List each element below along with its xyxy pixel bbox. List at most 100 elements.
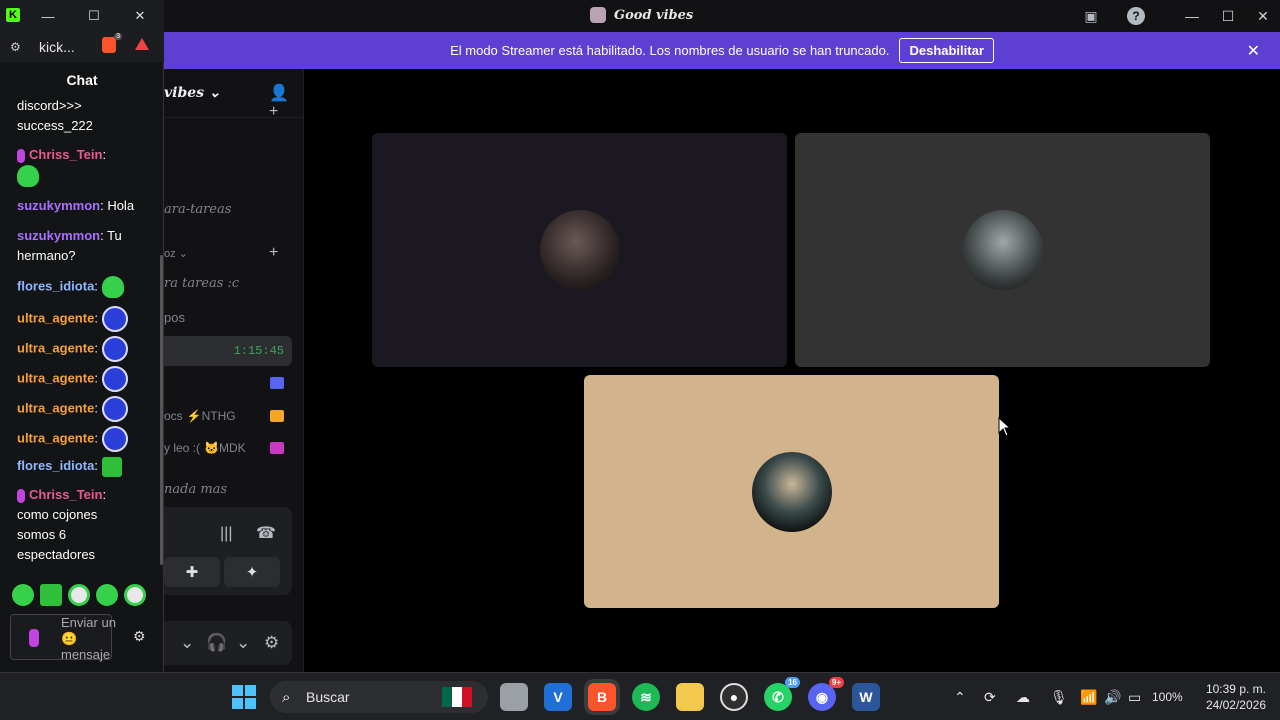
maximize-button[interactable]: ☐ [84, 6, 104, 26]
participant-tile[interactable] [795, 133, 1210, 367]
message-text: como cojones somos 6 espectadores [17, 507, 98, 562]
participant-tile[interactable] [584, 375, 999, 608]
brave-shields-icon[interactable]: 3 [102, 33, 122, 53]
chat-message: ultra_agente: [17, 366, 157, 392]
chat-message: flores_idiota: [17, 456, 157, 477]
brave-rewards-icon[interactable] [135, 38, 149, 50]
active-voice-channel[interactable]: 1:15:45 [164, 336, 292, 366]
username[interactable]: flores_idiota [17, 458, 94, 473]
obs-icon[interactable]: ● [720, 683, 748, 711]
invite-user-icon[interactable]: 👤+ [269, 83, 291, 120]
volume-icon[interactable]: 🔊 [1104, 689, 1121, 706]
site-settings-icon[interactable]: ⚙ [10, 40, 21, 54]
inbox-icon[interactable]: ▣ [1080, 6, 1102, 26]
discord-badge: 9+ [828, 677, 844, 688]
activity-icon [270, 377, 284, 389]
file-explorer-icon[interactable] [676, 683, 704, 711]
whatsapp-icon[interactable]: ✆ 16 [764, 677, 800, 711]
disable-streamer-button[interactable]: Deshabilitar [899, 38, 994, 63]
help-icon: ? [1127, 7, 1145, 25]
username[interactable]: suzukymmon [17, 198, 100, 213]
chat-scrollbar[interactable] [160, 255, 163, 565]
robot-emote-icon [101, 306, 128, 332]
settings-gear-icon[interactable]: ⚙ [264, 633, 279, 653]
minimize-button[interactable]: — [38, 6, 58, 26]
system-clock[interactable]: 10:39 p. m. 24/02/2026 [1196, 681, 1266, 713]
message-text: discord>>> success_222 [17, 98, 93, 133]
participant-tile[interactable] [372, 133, 787, 367]
brave-shield-count: 3 [114, 33, 122, 40]
banner-close-icon[interactable]: ✕ [1247, 41, 1260, 61]
streamer-mode-banner: El modo Streamer está habilitado. Los no… [164, 32, 1280, 69]
soundboard-button[interactable]: ✦ [224, 557, 280, 587]
popcorn-icon [270, 410, 284, 422]
url-text[interactable]: kick... [39, 39, 75, 55]
taskbar-search[interactable]: ⌕ Buscar [270, 681, 488, 713]
minimize-button[interactable]: — [1175, 4, 1209, 28]
user-panel: ⌄ 🎧 ⌄ ⚙ [164, 621, 292, 665]
chat-title: Chat [66, 72, 98, 88]
disconnect-icon[interactable]: ☎ [256, 523, 276, 543]
emote-icon[interactable] [124, 584, 146, 606]
chat-message-input[interactable]: Enviar un 😐 mensaje [10, 614, 116, 662]
quick-emote-bar [12, 584, 152, 608]
sync-icon[interactable]: ⟳ [984, 689, 996, 706]
username[interactable]: ultra_agente [17, 400, 94, 415]
mic-badge-icon [17, 148, 25, 163]
clock-time: 10:39 p. m. [1205, 682, 1266, 696]
participant-avatar [539, 210, 620, 290]
video-stage [304, 69, 1280, 672]
mexico-flag-icon [442, 687, 472, 707]
brave-browser-icon[interactable]: B [588, 683, 616, 711]
username[interactable]: suzukymmon [17, 228, 100, 243]
close-button[interactable]: ✕ [1246, 4, 1280, 28]
chat-input-placeholder: Enviar un 😐 mensaje [61, 615, 116, 662]
emote-icon[interactable] [40, 584, 62, 606]
headphones-icon[interactable]: 🎧 [206, 633, 227, 653]
username[interactable]: Chriss_Tein [29, 147, 102, 162]
robot-emote-icon [101, 366, 128, 392]
chevron-down-icon[interactable]: ⌄ [180, 633, 194, 653]
username[interactable]: ultra_agente [17, 340, 94, 355]
username[interactable]: ultra_agente [17, 310, 94, 325]
voice-timer: 1:15:45 [233, 344, 284, 358]
wifi-icon[interactable]: 📶 [1080, 689, 1097, 706]
discord-titlebar: Good vibes ▣ ? — ☐ ✕ [0, 0, 1280, 32]
username[interactable]: ultra_agente [17, 430, 94, 445]
battery-icon[interactable]: ▭ [1128, 689, 1141, 706]
channel-item[interactable]: pos [164, 310, 185, 325]
chat-message: ultra_agente: [17, 306, 157, 332]
word-icon[interactable]: W [852, 683, 880, 711]
add-channel-icon[interactable]: + [269, 244, 278, 262]
emote-icon [17, 165, 39, 187]
maximize-button[interactable]: ☐ [1211, 4, 1245, 28]
close-button[interactable]: ✕ [130, 6, 150, 26]
window-title-text: Good vibes [614, 7, 694, 23]
microphone-icon[interactable]: 🎙 [1050, 689, 1068, 706]
username[interactable]: ultra_agente [17, 370, 94, 385]
emote-icon[interactable] [68, 584, 90, 606]
noise-suppression-icon[interactable]: ||| [220, 525, 232, 543]
channel-item[interactable]: ra tareas :c [164, 276, 239, 291]
spotify-icon[interactable]: ≋ [632, 683, 660, 711]
chevron-up-icon[interactable]: ⌃ [954, 689, 966, 706]
participant-avatar [962, 210, 1043, 290]
username[interactable]: flores_idiota [17, 278, 94, 293]
cloud-icon[interactable]: ☁ [1016, 689, 1030, 706]
vscode-icon[interactable]: V [544, 683, 572, 711]
discord-icon[interactable]: ◉ 9+ [808, 677, 844, 711]
server-name[interactable]: vibes ⌄ [164, 85, 221, 101]
category-label[interactable]: oz ⌄ [164, 247, 188, 260]
username[interactable]: Chriss_Tein [29, 487, 102, 502]
task-view-icon[interactable] [500, 683, 528, 711]
chevron-down-icon[interactable]: ⌄ [236, 633, 250, 653]
emote-icon[interactable] [12, 584, 34, 606]
activities-button[interactable]: ✚ [164, 557, 220, 587]
help-button[interactable]: ? [1125, 6, 1147, 26]
start-button[interactable] [232, 685, 256, 709]
channel-sidebar: vibes ⌄ 👤+ ara-tareas oz ⌄ + ra tareas :… [164, 69, 304, 672]
member-tag: ⚡NTHG [186, 409, 236, 423]
emote-icon[interactable] [96, 584, 118, 606]
chat-settings-icon[interactable]: ⚙ [133, 628, 146, 645]
channel-item[interactable]: ara-tareas [164, 202, 231, 217]
